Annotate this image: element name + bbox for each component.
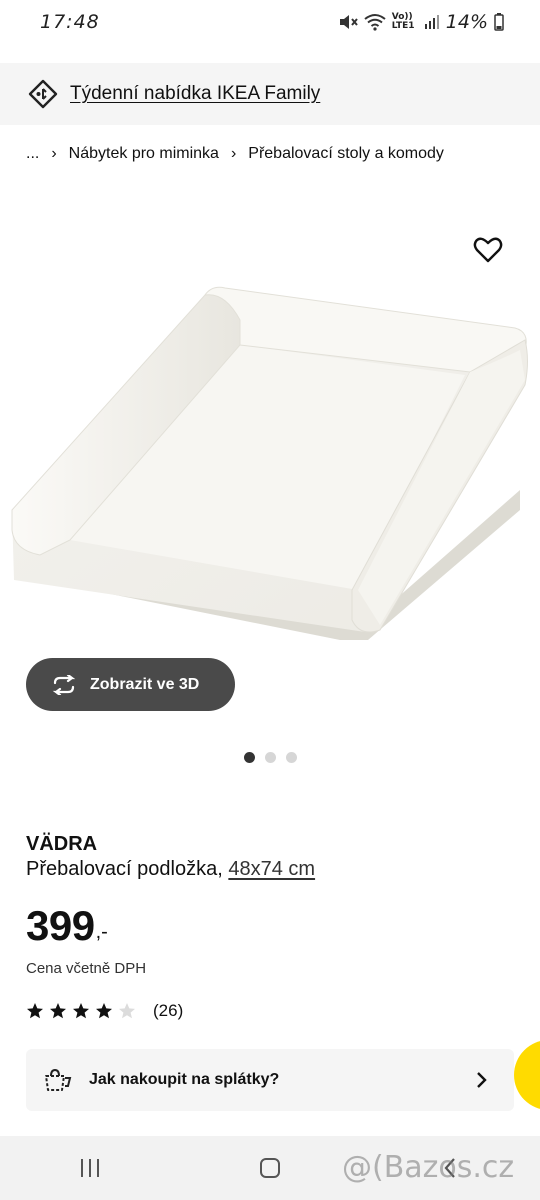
product-page: 17:48 Vo)) LTE1 14% Týdenní nabídka IKEA…	[0, 0, 540, 1200]
product-size-link[interactable]: 48x74 cm	[228, 858, 315, 880]
pagination-dot[interactable]	[286, 752, 297, 763]
heart-icon[interactable]	[472, 234, 504, 266]
chevron-right-icon: ›	[51, 145, 57, 162]
status-time: 17:48	[40, 11, 100, 33]
watermark: @(Bazos.cz	[342, 1150, 515, 1185]
wifi-icon	[364, 14, 386, 31]
product-name: VÄDRA	[26, 833, 98, 855]
family-offer-link[interactable]: Týdenní nabídka IKEA Family	[70, 83, 320, 105]
network-label: Vo)) LTE1	[391, 12, 415, 31]
shopping-bag-icon	[45, 1068, 72, 1091]
star-filled-icon	[73, 1003, 89, 1019]
star-filled-icon	[50, 1003, 66, 1019]
breadcrumb-changing-tables[interactable]: Přebalovací stoly a komody	[248, 145, 444, 163]
battery-icon	[494, 13, 504, 31]
breadcrumb: ... › Nábytek pro miminka › Přebalovací …	[26, 142, 444, 166]
installments-label: Jak nakoupit na splátky?	[89, 1071, 280, 1088]
rotate-3d-icon	[52, 674, 76, 695]
product-rating[interactable]: (26)	[26, 1001, 183, 1021]
battery-percent: 14%	[445, 11, 488, 33]
star-filled-icon	[96, 1003, 112, 1019]
installments-button[interactable]: Jak nakoupit na splátky?	[26, 1049, 514, 1111]
star-filled-icon	[27, 1003, 43, 1019]
view-3d-label: Zobrazit ve 3D	[90, 675, 200, 693]
product-price: 399 ,-	[26, 902, 108, 950]
home-button[interactable]	[240, 1148, 300, 1188]
gallery-pagination	[244, 752, 297, 763]
breadcrumb-baby-furniture[interactable]: Nábytek pro miminka	[69, 145, 219, 163]
price-vat-note: Cena včetně DPH	[26, 960, 147, 977]
home-icon	[260, 1158, 280, 1178]
price-suffix: ,-	[95, 921, 108, 943]
product-description: Přebalovací podložka, 48x74 cm	[26, 858, 315, 881]
price-tag-icon	[28, 79, 58, 109]
recent-apps-icon	[81, 1159, 99, 1177]
status-bar: 17:48 Vo)) LTE1 14%	[0, 0, 540, 44]
product-type: Přebalovací podložka,	[26, 858, 223, 880]
chevron-right-icon: ›	[230, 145, 237, 162]
family-offer-banner[interactable]: Týdenní nabídka IKEA Family	[0, 63, 540, 125]
view-3d-button[interactable]: Zobrazit ve 3D	[26, 658, 235, 711]
status-icons: Vo)) LTE1 14%	[338, 11, 504, 33]
price-value: 399	[26, 902, 95, 949]
breadcrumb-ellipsis[interactable]: ...	[26, 145, 39, 163]
star-empty-icon	[119, 1003, 135, 1019]
review-count[interactable]: (26)	[153, 1001, 183, 1021]
signal-icon	[424, 15, 439, 29]
recent-apps-button[interactable]	[60, 1148, 120, 1188]
pagination-dot-active[interactable]	[244, 752, 255, 763]
chevron-right-icon	[477, 1072, 487, 1088]
pagination-dot[interactable]	[265, 752, 276, 763]
mute-vibrate-icon	[339, 15, 358, 29]
product-image-changing-pad	[11, 286, 528, 640]
floating-action-button[interactable]	[514, 1040, 540, 1110]
